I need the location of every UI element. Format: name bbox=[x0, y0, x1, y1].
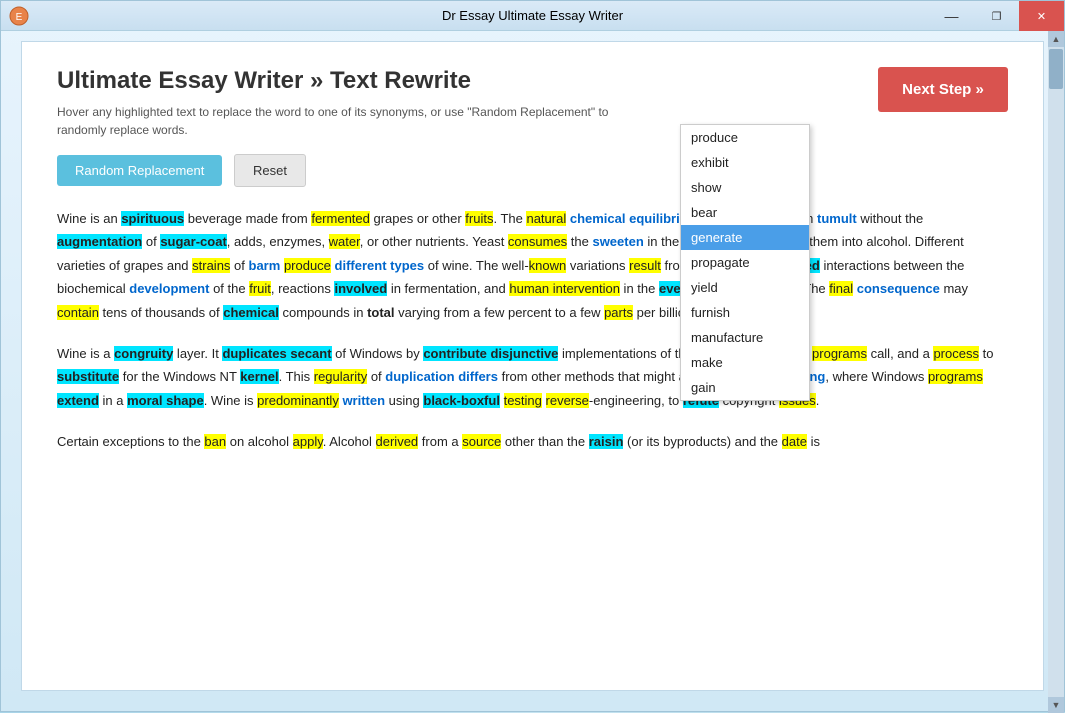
word-compounds: compounds bbox=[283, 305, 350, 320]
word-written[interactable]: written bbox=[342, 393, 385, 408]
random-replacement-button[interactable]: Random Replacement bbox=[57, 155, 222, 186]
word-parts[interactable]: parts bbox=[604, 305, 633, 320]
word-human-intervention[interactable]: human intervention bbox=[509, 281, 620, 296]
word-development[interactable]: development bbox=[129, 281, 209, 296]
dropdown-item-manufacture[interactable]: manufacture bbox=[681, 325, 809, 350]
word-total[interactable]: total bbox=[367, 305, 394, 320]
header-area: Ultimate Essay Writer » Text Rewrite Hov… bbox=[57, 67, 1008, 139]
word-predominantly[interactable]: predominantly bbox=[257, 393, 339, 408]
essay-text: Wine is an spirituous beverage made from… bbox=[57, 207, 1008, 454]
reset-button[interactable]: Reset bbox=[234, 154, 306, 187]
word-produce[interactable]: produce bbox=[284, 258, 331, 273]
essay-paragraph-1: Wine is an spirituous beverage made from… bbox=[57, 207, 1008, 324]
window-title: Dr Essay Ultimate Essay Writer bbox=[442, 8, 623, 23]
dropdown-item-generate[interactable]: generate bbox=[681, 225, 809, 250]
word-duplication-differs[interactable]: duplication differs bbox=[385, 369, 498, 384]
scroll-thumb[interactable] bbox=[1049, 49, 1063, 89]
minimize-button[interactable]: — bbox=[929, 1, 974, 31]
scrollbar-right: ▲ ▼ bbox=[1048, 31, 1064, 713]
window-chrome: E Dr Essay Ultimate Essay Writer — ❐ ✕ ▲… bbox=[0, 0, 1065, 712]
word-raisin[interactable]: raisin bbox=[589, 434, 624, 449]
dropdown-item-show[interactable]: show bbox=[681, 175, 809, 200]
word-reverse[interactable]: reverse bbox=[546, 393, 589, 408]
word-fruit[interactable]: fruit bbox=[249, 281, 271, 296]
word-sugar-coat[interactable]: sugar-coat bbox=[160, 234, 226, 249]
dropdown-item-bear[interactable]: bear bbox=[681, 200, 809, 225]
word-final[interactable]: final bbox=[829, 281, 853, 296]
word-date[interactable]: date bbox=[782, 434, 807, 449]
word-fruits[interactable]: fruits bbox=[465, 211, 493, 226]
word-regularity[interactable]: regularity bbox=[314, 369, 367, 384]
word-source[interactable]: source bbox=[462, 434, 501, 449]
dropdown-item-produce[interactable]: produce bbox=[681, 125, 809, 150]
word-contain[interactable]: contain bbox=[57, 305, 99, 320]
word-barm[interactable]: barm bbox=[249, 258, 281, 273]
essay-paragraph-3: Certain exceptions to the ban on alcohol… bbox=[57, 430, 1008, 453]
dropdown-item-furnish[interactable]: furnish bbox=[681, 300, 809, 325]
word-contribute-disjunctive[interactable]: contribute disjunctive bbox=[423, 346, 558, 361]
word-substitute[interactable]: substitute bbox=[57, 369, 119, 384]
synonym-dropdown: produce exhibit show bear generate propa… bbox=[680, 124, 810, 401]
word-water[interactable]: water bbox=[329, 234, 360, 249]
word-congruity[interactable]: congruity bbox=[114, 346, 173, 361]
word-process[interactable]: process bbox=[933, 346, 979, 361]
word-consumes[interactable]: consumes bbox=[508, 234, 567, 249]
word-augmentation[interactable]: augmentation bbox=[57, 234, 142, 249]
scroll-up-arrow[interactable]: ▲ bbox=[1048, 31, 1064, 47]
dropdown-item-yield[interactable]: yield bbox=[681, 275, 809, 300]
word-spirituous[interactable]: spirituous bbox=[121, 211, 184, 226]
header-text-block: Ultimate Essay Writer » Text Rewrite Hov… bbox=[57, 67, 657, 139]
word-natural[interactable]: natural bbox=[526, 211, 566, 226]
word-ents: ents bbox=[441, 234, 466, 249]
title-bar: E Dr Essay Ultimate Essay Writer — ❐ ✕ bbox=[1, 1, 1064, 31]
button-row: Random Replacement Reset bbox=[57, 154, 1008, 187]
word-known[interactable]: known bbox=[529, 258, 567, 273]
word-involved[interactable]: involved bbox=[334, 281, 387, 296]
word-apply[interactable]: apply bbox=[293, 434, 323, 449]
dropdown-item-gain[interactable]: gain bbox=[681, 375, 809, 400]
word-testing[interactable]: testing bbox=[504, 393, 542, 408]
word-derived[interactable]: derived bbox=[376, 434, 419, 449]
scroll-down-arrow[interactable]: ▼ bbox=[1048, 697, 1064, 713]
word-duplicates-secant[interactable]: duplicates secant bbox=[222, 346, 331, 361]
word-tumult[interactable]: tumult bbox=[817, 211, 857, 226]
dropdown-menu: produce exhibit show bear generate propa… bbox=[680, 124, 810, 401]
word-different-types[interactable]: different types bbox=[335, 258, 425, 273]
word-moral-shape[interactable]: moral shape bbox=[127, 393, 204, 408]
word-programs[interactable]: programs bbox=[812, 346, 867, 361]
dropdown-item-make[interactable]: make bbox=[681, 350, 809, 375]
word-result[interactable]: result bbox=[629, 258, 661, 273]
word-programs2[interactable]: programs bbox=[928, 369, 983, 384]
app-icon: E bbox=[9, 6, 29, 26]
word-ban[interactable]: ban bbox=[204, 434, 226, 449]
close-button[interactable]: ✕ bbox=[1019, 1, 1064, 31]
dropdown-item-propagate[interactable]: propagate bbox=[681, 250, 809, 275]
svg-text:E: E bbox=[16, 12, 23, 23]
word-fermented[interactable]: fermented bbox=[311, 211, 370, 226]
page-title: Ultimate Essay Writer » Text Rewrite bbox=[57, 67, 657, 95]
main-content: Ultimate Essay Writer » Text Rewrite Hov… bbox=[21, 41, 1044, 691]
word-chemical[interactable]: chemical bbox=[570, 211, 626, 226]
word-strains[interactable]: strains bbox=[192, 258, 230, 273]
restore-button[interactable]: ❐ bbox=[974, 1, 1019, 31]
next-step-button[interactable]: Next Step » bbox=[878, 67, 1008, 112]
page-subtitle: Hover any highlighted text to replace th… bbox=[57, 103, 657, 139]
essay-paragraph-2: Wine is a congruity layer. It duplicates… bbox=[57, 342, 1008, 412]
word-black-boxful[interactable]: black-boxful bbox=[423, 393, 500, 408]
window-controls: — ❐ ✕ bbox=[929, 1, 1064, 31]
word-kernel[interactable]: kernel bbox=[240, 369, 278, 384]
word-sweeten[interactable]: sweeten bbox=[592, 234, 643, 249]
word-chemical-compounds[interactable]: chemical bbox=[223, 305, 279, 320]
word-consequence[interactable]: consequence bbox=[857, 281, 940, 296]
dropdown-item-exhibit[interactable]: exhibit bbox=[681, 150, 809, 175]
word-extend[interactable]: extend bbox=[57, 393, 99, 408]
